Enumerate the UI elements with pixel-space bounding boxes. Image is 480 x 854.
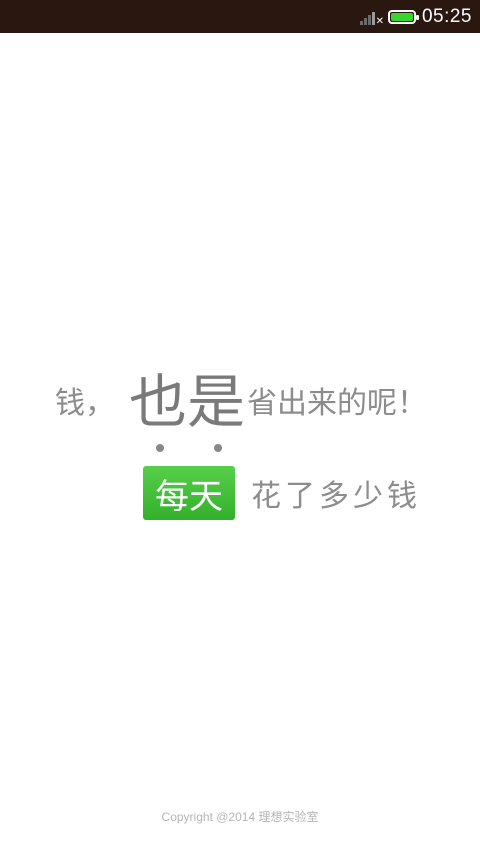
- slogan-line-2-text: 花了多少钱: [251, 479, 421, 514]
- battery-icon: [387, 9, 419, 24]
- slogan-prefix: 钱，: [55, 386, 115, 421]
- signal-icon: ✕: [359, 9, 384, 27]
- emphasis-dot-icon: [156, 444, 164, 452]
- status-bar: ✕ 05:25: [0, 0, 480, 33]
- slogan-line-2: 每天 花了多少钱: [143, 466, 421, 520]
- emphasis-dot-icon: [214, 444, 222, 452]
- slogan-suffix: 省出来的呢！: [247, 386, 428, 421]
- no-signal-x-icon: ✕: [375, 15, 384, 27]
- slogan-emphasis-group: 也是: [129, 372, 245, 452]
- copyright-text: Copyright @2014 理想实验室: [161, 810, 319, 824]
- slogan-line-1: 钱， 也是 省出来的呢！: [55, 352, 428, 452]
- clock: 05:25: [421, 5, 472, 27]
- battery-level: [390, 12, 413, 21]
- daily-badge: 每天: [143, 466, 235, 520]
- slogan-emphasis: 也是: [129, 368, 246, 436]
- status-icons: ✕ 05:25: [359, 0, 472, 33]
